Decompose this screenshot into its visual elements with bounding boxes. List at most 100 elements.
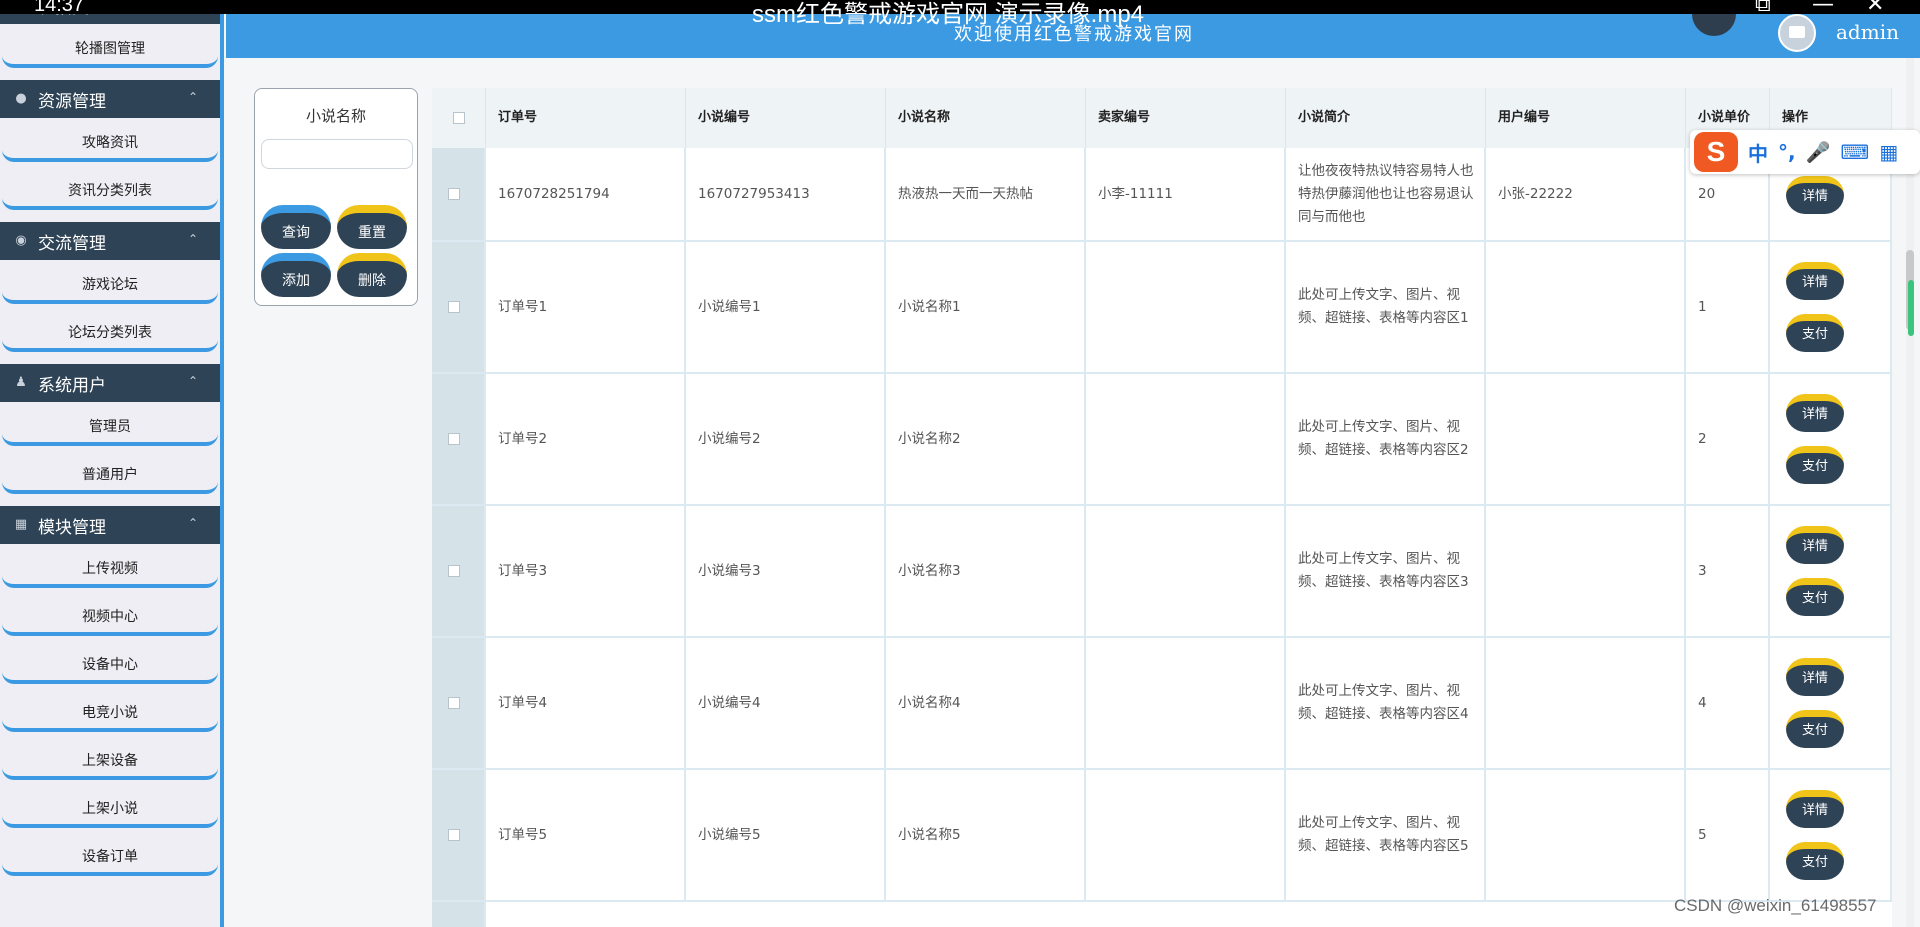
cell-seller-no [1086, 374, 1286, 504]
nav-group-2[interactable]: ◉ 交流管理 ⌃ [0, 222, 220, 260]
chevron-up-icon[interactable]: ⌃ [188, 90, 198, 104]
restore-icon[interactable]: ⧉ [1755, 0, 1771, 17]
sidebar-item-3-1[interactable]: 普通用户 [0, 450, 220, 498]
nav-group-1[interactable]: ● 资源管理 ⌃ [0, 80, 220, 118]
cell-novel-name: 小说名称3 [886, 506, 1086, 636]
sidebar-item-3-0[interactable]: 管理员 [0, 402, 220, 450]
table-row: 订单号4 小说编号4 小说名称4 此处可上传文字、图片、视频、超链接、表格等内容区4 4… [432, 638, 1892, 770]
cell-intro: 此处可上传文字、图片、视频、超链接、表格等内容区5 [1286, 770, 1486, 900]
cell-user-no [1486, 374, 1686, 504]
microphone-icon[interactable]: 🎤 [1806, 140, 1831, 164]
detail-button[interactable]: 详情 [1786, 176, 1844, 214]
row-checkbox[interactable] [448, 565, 460, 577]
add-button[interactable]: 添加 [261, 253, 331, 297]
table-row: 订单号1 小说编号1 小说名称1 此处可上传文字、图片、视频、超链接、表格等内容区1 1… [432, 242, 1892, 374]
current-user-name[interactable]: admin [1836, 20, 1899, 44]
pay-button[interactable]: 支付 [1786, 710, 1844, 748]
row-checkbox[interactable] [448, 433, 460, 445]
nav-group-title: 系统用户 [38, 375, 106, 396]
detail-button[interactable]: 详情 [1786, 394, 1844, 432]
chevron-up-icon[interactable]: ⌃ [188, 374, 198, 388]
row-actions: 详情 支付 [1770, 506, 1892, 636]
search-label-novel-name: 小说名称 [305, 107, 366, 125]
cell-order-no: 订单号3 [486, 506, 686, 636]
chevron-up-icon[interactable]: ⌃ [188, 516, 198, 530]
ime-punctuation-icon[interactable]: °, [1778, 140, 1796, 164]
table-row: 1670728251794 1670727953413 热液热一天而一天热帖 小李-1… [432, 148, 1892, 242]
cell-price: 1 [1686, 242, 1770, 372]
select-all-checkbox[interactable] [452, 112, 465, 124]
avatar[interactable] [1778, 14, 1816, 52]
cell-intro: 此处可上传文字、图片、视频、超链接、表格等内容区1 [1286, 242, 1486, 372]
column-header: 小说编号 [686, 88, 886, 148]
cell-price: 4 [1686, 638, 1770, 768]
sidebar-item-4-6[interactable]: 设备订单 [0, 832, 220, 880]
query-button[interactable]: 查询 [261, 205, 331, 249]
delete-button[interactable]: 删除 [337, 253, 407, 297]
page-scrollbar-track[interactable] [1906, 58, 1914, 927]
minimize-icon[interactable]: — [1812, 0, 1834, 17]
row-checkbox[interactable] [448, 301, 460, 313]
detail-button[interactable]: 详情 [1786, 790, 1844, 828]
row-checkbox[interactable] [448, 188, 460, 200]
pay-button[interactable]: 支付 [1786, 446, 1844, 484]
cell-order-no: 订单号2 [486, 374, 686, 504]
sidebar-item-1-1[interactable]: 资讯分类列表 [0, 166, 220, 214]
column-header: 订单号 [486, 88, 686, 148]
cell-seller-no: 小李-11111 [1086, 148, 1286, 240]
chat-icon: ◉ [15, 233, 27, 248]
keyboard-icon[interactable]: ⌨ [1841, 140, 1870, 164]
cell-intro: 让他夜夜特热议特容易特人也特热伊藤润他也让也容易退认同与而他也 [1286, 148, 1486, 240]
ime-toolbar: S 中 °, 🎤 ⌨ ▦ [1690, 130, 1920, 174]
user-icon: ♟ [15, 375, 27, 390]
nav-group-3[interactable]: ♟ 系统用户 ⌃ [0, 364, 220, 402]
cell-novel-name: 小说名称5 [886, 770, 1086, 900]
detail-button[interactable]: 详情 [1786, 526, 1844, 564]
orders-table: 订单号 小说编号 小说名称 卖家编号 小说简介 用户编号 小说单价 操作 1670728251… [432, 88, 1892, 927]
row-actions: 详情 支付 [1770, 638, 1892, 768]
pay-button[interactable]: 支付 [1786, 578, 1844, 616]
row-select-cell [432, 148, 486, 240]
sidebar-item-2-1[interactable]: 论坛分类列表 [0, 308, 220, 356]
select-all-header [432, 88, 486, 148]
sidebar-item-2-0[interactable]: 游戏论坛 [0, 260, 220, 308]
sidebar-item-4-5[interactable]: 上架小说 [0, 784, 220, 832]
table-row-partial [432, 902, 1892, 927]
detail-button[interactable]: 详情 [1786, 658, 1844, 696]
reset-button[interactable]: 重置 [337, 205, 407, 249]
sidebar-item-4-2[interactable]: 设备中心 [0, 640, 220, 688]
nav-group-title: 资源管理 [38, 91, 106, 112]
pay-button[interactable]: 支付 [1786, 314, 1844, 352]
pay-button[interactable]: 支付 [1786, 842, 1844, 880]
nav-group-title: 交流管理 [38, 233, 106, 254]
sidebar-item-4-3[interactable]: 电竞小说 [0, 688, 220, 736]
sidebar-item-4-1[interactable]: 视频中心 [0, 592, 220, 640]
ime-chinese-mode-icon[interactable]: 中 [1748, 138, 1768, 167]
detail-button[interactable]: 详情 [1786, 262, 1844, 300]
row-actions: 详情 支付 [1770, 242, 1892, 372]
row-checkbox[interactable] [448, 697, 460, 709]
cell-price: 5 [1686, 770, 1770, 900]
sidebar-item-0-0[interactable]: 轮播图管理 [0, 24, 220, 72]
row-select-cell [432, 374, 486, 504]
column-header: 小说名称 [886, 88, 1086, 148]
row-select-cell [432, 242, 486, 372]
cell-user-no: 小张-22222 [1486, 148, 1686, 240]
sidebar-item-1-0[interactable]: 攻略资讯 [0, 118, 220, 166]
grid-icon: ▦ [14, 517, 28, 532]
cell-novel-name: 小说名称4 [886, 638, 1086, 768]
cell-seller-no [1086, 638, 1286, 768]
table-row: 订单号5 小说编号5 小说名称5 此处可上传文字、图片、视频、超链接、表格等内容区5 5… [432, 770, 1892, 902]
sidebar-item-4-0[interactable]: 上传视频 [0, 544, 220, 592]
nav-group-4[interactable]: ▦ 模块管理 ⌃ [0, 506, 220, 544]
close-icon[interactable]: ✕ [1866, 0, 1884, 17]
toolbox-icon[interactable]: ▦ [1879, 140, 1898, 164]
row-checkbox[interactable] [448, 829, 460, 841]
scroll-indicator [1908, 280, 1914, 336]
cell-order-no: 1670728251794 [486, 148, 686, 240]
sidebar-item-4-4[interactable]: 上架设备 [0, 736, 220, 784]
chevron-up-icon[interactable]: ⌃ [188, 232, 198, 246]
row-select-cell [432, 638, 486, 768]
sogou-logo-icon[interactable]: S [1694, 132, 1738, 172]
novel-name-search-input[interactable] [261, 139, 413, 169]
